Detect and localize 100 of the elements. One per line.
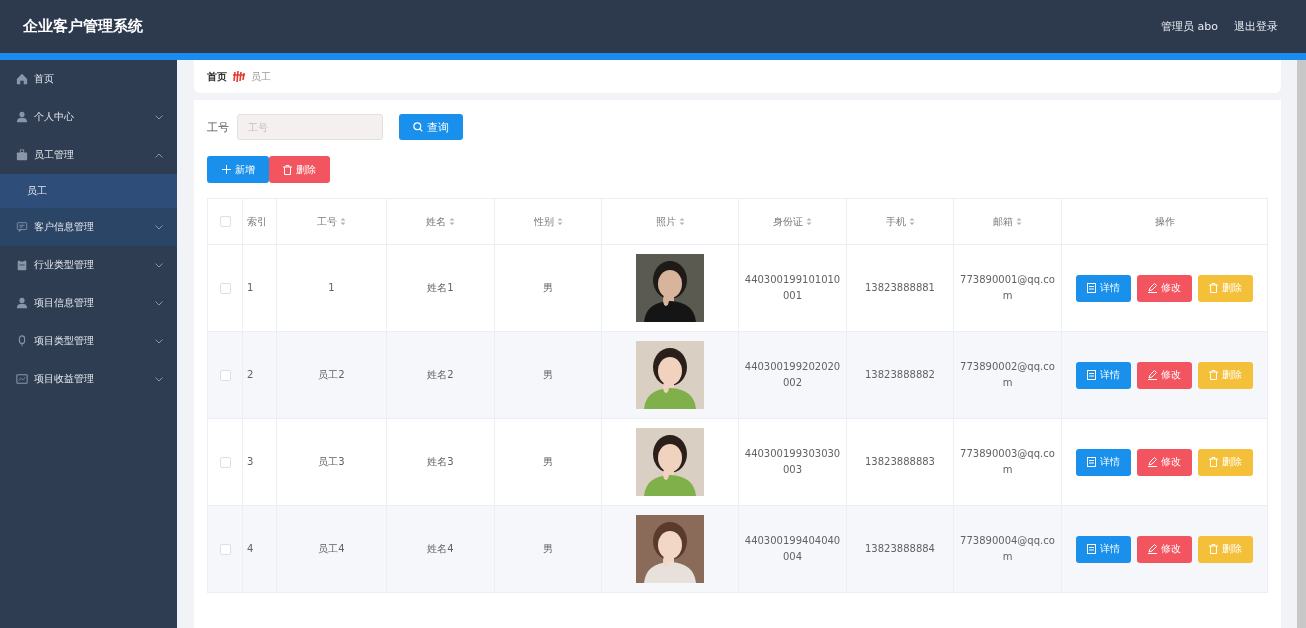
document-icon [1087,544,1096,554]
sort-icon [449,217,455,226]
table-cell: 1 [276,244,387,332]
table-cell: 姓名3 [386,418,495,506]
row-checkbox[interactable] [219,456,231,468]
sort-icon [1016,217,1022,226]
edit-button[interactable]: 修改 [1137,361,1192,389]
menu-icon [16,73,28,85]
table-cell: 773890004@qq.com [953,505,1062,593]
table-cell: 姓名4 [386,505,495,593]
table-cell: 1 [242,244,277,332]
table-cell: 440300199303030003 [738,418,847,506]
menu-icon [16,149,28,161]
pencil-icon [1148,283,1157,293]
sidebar-item[interactable]: 客户信息管理 [0,208,177,246]
table-cell: 员工2 [276,331,387,419]
edit-button[interactable]: 修改 [1137,448,1192,476]
plus-icon [221,165,231,174]
sidebar-item[interactable]: 个人中心 [0,98,177,136]
search-button[interactable]: 查询 [399,114,463,140]
sidebar-item[interactable]: 项目信息管理 [0,284,177,322]
table-cell: 姓名2 [386,331,495,419]
row-checkbox[interactable] [219,543,231,555]
sidebar-item[interactable]: 员工管理 [0,136,177,174]
table-cell: 男 [494,331,602,419]
caret-icon [155,152,163,158]
document-icon [1087,283,1096,293]
table-cell: 男 [494,418,602,506]
logout-link[interactable]: 退出登录 [1234,19,1278,34]
trash-icon [1209,283,1218,293]
table-cell: 773890002@qq.com [953,331,1062,419]
table-cell: 姓名1 [386,244,495,332]
column-header[interactable]: 姓名 [386,198,495,245]
sidebar-item[interactable]: 首页 [0,60,177,98]
edit-button[interactable]: 修改 [1137,274,1192,302]
separator-icon [233,71,245,82]
table-cell: 13823888882 [846,331,954,419]
menu-icon [16,297,28,309]
caret-icon [155,300,163,306]
table-cell: 440300199202020002 [738,331,847,419]
trash-icon [1209,544,1218,554]
sort-icon [908,217,915,226]
sort-icon [340,217,346,226]
table-cell: 4 [242,505,277,593]
table-cell: 13823888881 [846,244,954,332]
caret-icon [155,114,163,120]
table-cell: 员工4 [276,505,387,593]
table-cell: 773890003@qq.com [953,418,1062,506]
caret-icon [155,224,163,230]
row-checkbox[interactable] [219,369,231,381]
field-label: 工号 [207,119,229,135]
caret-icon [155,376,163,382]
pencil-icon [1148,370,1157,380]
table-cell: 13823888883 [846,418,954,506]
row-checkbox[interactable] [219,282,231,294]
breadcrumb-current: 员工 [251,69,271,84]
detail-button[interactable]: 详情 [1076,535,1131,563]
menu-icon [16,259,28,271]
column-header[interactable]: 工号 [276,198,387,245]
scrollbar[interactable] [1297,60,1306,628]
column-header[interactable]: 身份证 [738,198,847,245]
edit-button[interactable]: 修改 [1137,535,1192,563]
pencil-icon [1148,544,1157,554]
table-cell: 773890001@qq.com [953,244,1062,332]
menu-icon [16,335,28,347]
trash-icon [283,164,292,175]
column-header[interactable]: 照片 [601,198,739,245]
column-header: 操作 [1061,198,1268,245]
column-header[interactable]: 性别 [494,198,602,245]
document-icon [1087,457,1096,467]
select-all-checkbox[interactable] [219,216,231,227]
column-header[interactable]: 邮箱 [953,198,1062,245]
caret-icon [155,338,163,344]
user-label: 管理员 abo [1161,19,1218,34]
sort-icon [806,217,812,226]
sidebar-item[interactable]: 行业类型管理 [0,246,177,284]
column-header: 索引 [242,198,277,245]
detail-button[interactable]: 详情 [1076,274,1131,302]
table-cell: 2 [242,331,277,419]
column-header[interactable]: 手机 [846,198,954,245]
table-cell: 男 [494,244,602,332]
delete-button[interactable]: 删除 [269,156,330,183]
trash-icon [1209,370,1218,380]
sort-icon [556,217,563,226]
detail-button[interactable]: 详情 [1076,361,1131,389]
table-cell: 员工3 [276,418,387,506]
document-icon [1087,370,1096,380]
sidebar-subitem[interactable]: 员工 [0,174,177,208]
detail-button[interactable]: 详情 [1076,448,1131,476]
sidebar-item[interactable]: 项目类型管理 [0,322,177,360]
sort-icon [678,217,685,226]
trash-icon [1209,457,1218,467]
table-cell: 3 [242,418,277,506]
app-title: 企业客户管理系统 [23,17,143,36]
menu-icon [16,111,28,123]
add-button[interactable]: 新增 [207,156,269,183]
sidebar-item[interactable]: 项目收益管理 [0,360,177,398]
table-cell: 13823888884 [846,505,954,593]
table-cell: 440300199404040004 [738,505,847,593]
breadcrumb-link[interactable]: 首页 [207,69,227,84]
